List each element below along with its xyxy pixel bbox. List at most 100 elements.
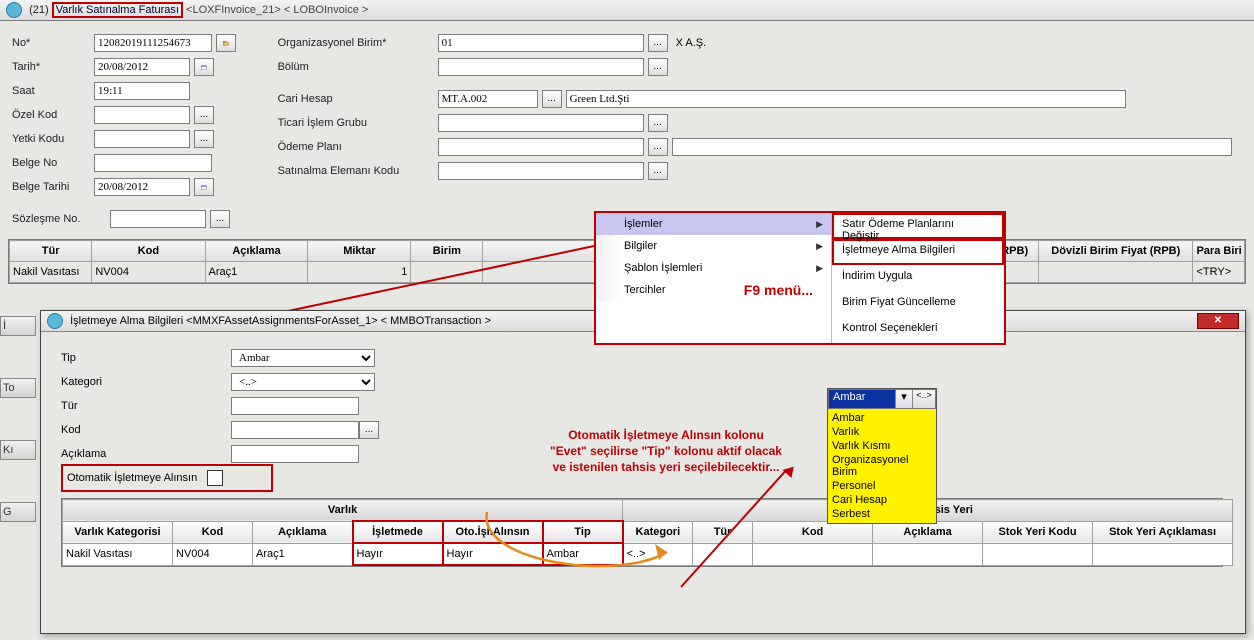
odeme-plani-text[interactable] [672, 138, 1232, 156]
dd-opt-ambar[interactable]: Ambar [832, 411, 932, 425]
dd-opt-serbest[interactable]: Serbest [832, 507, 932, 521]
col-h-stokkod[interactable]: Stok Yeri Kodu [983, 521, 1093, 543]
col-miktar[interactable]: Miktar [308, 241, 411, 262]
col-tur[interactable]: Tür [10, 241, 92, 262]
cell-kategori[interactable]: Nakil Vasıtası [63, 543, 173, 565]
col-varlik-kategori[interactable]: Varlık Kategorisi [63, 521, 173, 543]
dd-dots[interactable]: <..> [912, 390, 935, 408]
sozlesme-no-input[interactable] [110, 210, 206, 228]
satinalma-eleman-label: Satınalma Elemanı Kodu [278, 165, 434, 177]
sw-aciklama-label: Açıklama [61, 448, 231, 460]
cari-hesap-text[interactable] [566, 90, 1126, 108]
org-birim-input[interactable] [438, 34, 644, 52]
cell-isletmede[interactable]: Hayır [353, 543, 443, 565]
org-birim-label: Organizasyonel Birim* [278, 37, 434, 49]
sw-kod-input[interactable] [231, 421, 359, 439]
ozel-kod-input[interactable] [94, 106, 190, 124]
cell-dovizli[interactable] [1039, 262, 1193, 283]
dd-opt-varlik[interactable]: Varlık [832, 425, 932, 439]
sw-kod-browse-button[interactable]: ... [359, 421, 379, 439]
menu-isletmeye-alma[interactable]: İşletmeye Alma Bilgileri [832, 239, 1004, 265]
belge-no-input[interactable] [94, 154, 212, 172]
yetki-kodu-browse-button[interactable]: ... [194, 130, 214, 148]
ticari-islem-input[interactable] [438, 114, 644, 132]
odeme-plani-input[interactable] [438, 138, 644, 156]
col-h-kod[interactable]: Kod [753, 521, 873, 543]
side-tab-1[interactable]: İ [0, 316, 36, 336]
cell-aciklama2[interactable]: Araç1 [253, 543, 353, 565]
side-tab-2[interactable]: To [0, 378, 36, 398]
odeme-plani-browse-button[interactable]: ... [648, 138, 668, 156]
cell-miktar[interactable]: 1 [308, 262, 411, 283]
no-browse-button[interactable] [216, 34, 236, 52]
menu-sablon[interactable]: Şablon İşlemleri ▶ [596, 257, 831, 279]
cell-h-stokkod[interactable] [983, 543, 1093, 565]
chevron-down-icon[interactable]: ▾ [895, 390, 912, 408]
menu-islemler[interactable]: İşlemler ▶ [596, 213, 831, 235]
col-isletmede[interactable]: İşletmede [353, 521, 443, 543]
form-right-column: Organizasyonel Birim* ... X A.Ş. Bölüm .… [278, 31, 1246, 231]
dd-opt-cari-hesap[interactable]: Cari Hesap [832, 493, 932, 507]
sw-oto-checkbox[interactable] [207, 470, 223, 486]
satinalma-eleman-browse-button[interactable]: ... [648, 162, 668, 180]
org-birim-browse-button[interactable]: ... [648, 34, 668, 52]
folder-icon [223, 37, 229, 50]
col-aciklama[interactable]: Açıklama [205, 241, 308, 262]
cell-kod[interactable]: NV004 [92, 262, 205, 283]
chevron-right-icon: ▶ [816, 263, 823, 274]
dd-selected[interactable]: Ambar [829, 390, 895, 408]
sw-tip-select[interactable]: Ambar [231, 349, 375, 367]
menu-birim-fiyat[interactable]: Birim Fiyat Güncelleme [832, 291, 1004, 317]
menu-indirim[interactable]: İndirim Uygula [832, 265, 1004, 291]
saat-input[interactable] [94, 82, 190, 100]
side-tab-3[interactable]: Kı [0, 440, 36, 460]
tarih-label: Tarih* [12, 61, 90, 73]
menu-kontrol[interactable]: Kontrol Seçenekleri [832, 317, 1004, 343]
cell-aciklama[interactable]: Araç1 [205, 262, 308, 283]
cell-try[interactable]: <TRY> [1193, 262, 1245, 283]
menu-bilgiler[interactable]: Bilgiler ▶ [596, 235, 831, 257]
col-kod2[interactable]: Kod [173, 521, 253, 543]
dd-opt-personel[interactable]: Personel [832, 479, 932, 493]
tarih-input[interactable] [94, 58, 190, 76]
col-aciklama2[interactable]: Açıklama [253, 521, 353, 543]
col-para[interactable]: Para Biri [1193, 241, 1245, 262]
bolum-input[interactable] [438, 58, 644, 76]
belge-tarihi-calendar-button[interactable] [194, 178, 214, 196]
col-dovizli[interactable]: Dövizli Birim Fiyat (RPB) [1039, 241, 1193, 262]
subwin-title: İşletmeye Alma Bilgileri [70, 315, 183, 327]
col-kod[interactable]: Kod [92, 241, 205, 262]
ticari-islem-label: Ticari İşlem Grubu [278, 117, 434, 129]
menu-satir-odeme[interactable]: Satır Ödeme Planlarını Değiştir [832, 213, 1004, 239]
ozel-kod-browse-button[interactable]: ... [194, 106, 214, 124]
col-h-aciklama[interactable]: Açıklama [873, 521, 983, 543]
cell-h-stokacik[interactable] [1093, 543, 1233, 565]
col-birim[interactable]: Birim [411, 241, 483, 262]
col-h-stokacik[interactable]: Stok Yeri Açıklaması [1093, 521, 1233, 543]
cell-h-aciklama[interactable] [873, 543, 983, 565]
cari-hesap-input[interactable] [438, 90, 538, 108]
satinalma-eleman-input[interactable] [438, 162, 644, 180]
menu-tercihler[interactable]: Tercihler F9 menü... [596, 279, 831, 301]
close-button[interactable]: ✕ [1197, 313, 1239, 329]
no-label: No* [12, 37, 90, 49]
bolum-browse-button[interactable]: ... [648, 58, 668, 76]
belge-tarihi-input[interactable] [94, 178, 190, 196]
yetki-kodu-input[interactable] [94, 130, 190, 148]
cell-h-kod[interactable] [753, 543, 873, 565]
cari-hesap-browse-button[interactable]: ... [542, 90, 562, 108]
sw-aciklama-input[interactable] [231, 445, 359, 463]
side-tab-4[interactable]: G [0, 502, 36, 522]
sozlesme-no-browse-button[interactable]: ... [210, 210, 230, 228]
cell-kod2[interactable]: NV004 [173, 543, 253, 565]
cell-tur[interactable]: Nakil Vasıtası [10, 262, 92, 283]
no-input[interactable] [94, 34, 212, 52]
dd-opt-org-birim[interactable]: Organizasyonel Birim [832, 453, 932, 479]
sw-tur-input[interactable] [231, 397, 359, 415]
tarih-calendar-button[interactable] [194, 58, 214, 76]
dd-opt-varlik-kismi[interactable]: Varlık Kısmı [832, 439, 932, 453]
sw-kategori-select[interactable]: <..> [231, 373, 375, 391]
title-crumb2: < LOBOInvoice > [284, 4, 368, 16]
ticari-islem-browse-button[interactable]: ... [648, 114, 668, 132]
otomatik-box: Otomatik İşletmeye Alınsın [61, 464, 273, 492]
